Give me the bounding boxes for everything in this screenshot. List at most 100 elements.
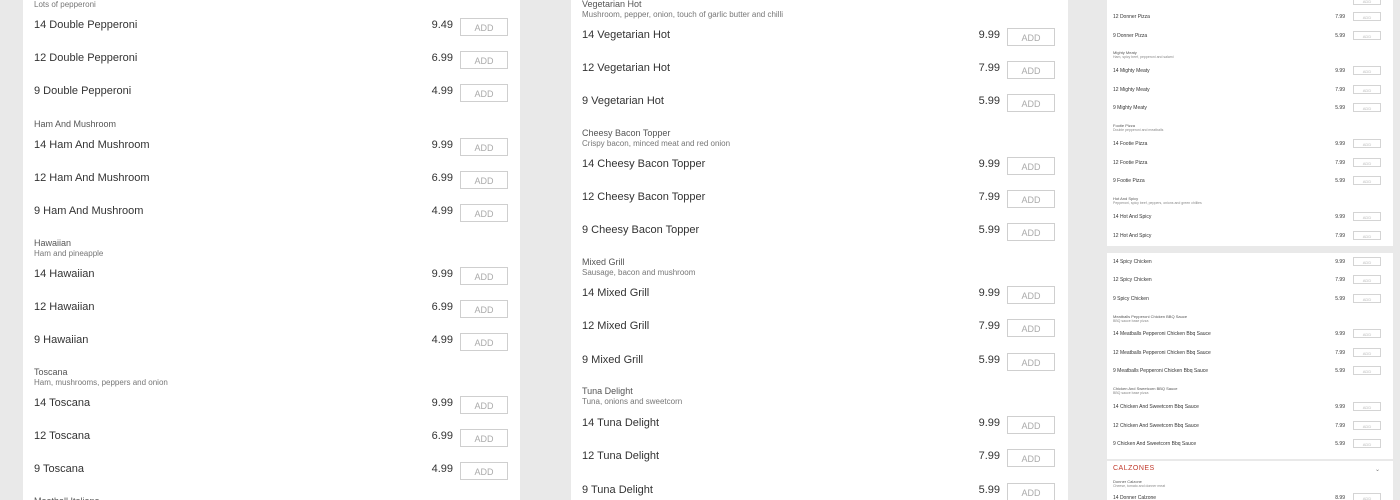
menu-item-name: 14 Vegetarian Hot <box>582 29 671 41</box>
add-button[interactable]: ADD <box>1353 366 1381 375</box>
menu-item-name: 9 Donner Pizza <box>1113 33 1148 39</box>
group-description: Sausage, bacon and mushroom <box>582 268 696 277</box>
menu-item-price: 9.99 <box>1335 214 1345 220</box>
add-button[interactable]: ADD <box>1007 449 1055 467</box>
menu-item-name: 9 Footie Pizza <box>1113 178 1145 184</box>
add-button[interactable]: ADD <box>460 18 508 36</box>
add-button[interactable]: ADD <box>1007 94 1055 112</box>
menu-card-upper: ADD 12 Donner Pizza 7.99 ADD 9 Donner Pizza 5… <box>1107 0 1393 246</box>
add-button[interactable]: ADD <box>460 138 508 156</box>
menu-item-price: 9.99 <box>431 397 453 409</box>
menu-item-price: 4.99 <box>431 205 453 217</box>
add-button[interactable]: ADD <box>1353 176 1381 185</box>
add-button[interactable]: ADD <box>1353 103 1381 112</box>
menu-item-name: 12 Meatballs Pepperoni Chicken Bbq Sauce <box>1113 350 1211 356</box>
group-description: Ham and pineapple <box>34 249 104 258</box>
menu-item-price: 5.99 <box>1335 33 1345 39</box>
add-button[interactable]: ADD <box>1353 139 1381 148</box>
menu-item-name: 14 Hawaiian <box>34 268 95 280</box>
add-button[interactable]: ADD <box>460 51 508 69</box>
add-button[interactable]: ADD <box>460 267 508 285</box>
menu-column-middle: Vegetarian Hot Mushroom, pepper, onion, t… <box>571 0 1068 500</box>
add-button[interactable]: ADD <box>460 171 508 189</box>
add-button[interactable]: ADD <box>460 84 508 102</box>
add-button[interactable]: ADD <box>1007 319 1055 337</box>
menu-item-name: 9 Chicken And Sweetcorn Bbq Sauce <box>1113 441 1197 447</box>
chevron-down-icon[interactable]: ⌄ <box>1375 466 1380 473</box>
group-description: Lots of pepperoni <box>34 0 96 9</box>
add-button[interactable]: ADD <box>1007 190 1055 208</box>
menu-item-price: 8.99 <box>1335 495 1345 500</box>
add-button[interactable]: ADD <box>1353 348 1381 357</box>
menu-item-price: 5.99 <box>1335 105 1345 111</box>
menu-item-price: 7.99 <box>1335 160 1345 166</box>
menu-item-price: 9.99 <box>1335 259 1345 265</box>
add-button[interactable]: ADD <box>1353 257 1381 266</box>
menu-item-name: 14 Double Pepperoni <box>34 19 138 31</box>
add-button[interactable]: ADD <box>1353 294 1381 303</box>
menu-column-right: ADD 12 Donner Pizza 7.99 ADD 9 Donner Pizza 5… <box>1107 0 1393 500</box>
menu-item-name: 12 Donner Pizza <box>1113 14 1150 20</box>
menu-item-name: 12 Spicy Chicken <box>1113 277 1152 283</box>
menu-item-name: 12 Toscana <box>34 430 91 442</box>
menu-item-name: 12 Footie Pizza <box>1113 160 1148 166</box>
add-button[interactable]: ADD <box>1353 12 1381 21</box>
menu-item-name: 12 Chicken And Sweetcorn Bbq Sauce <box>1113 423 1199 429</box>
add-button[interactable]: ADD <box>460 462 508 480</box>
add-button[interactable]: ADD <box>1353 0 1381 5</box>
menu-item-name: 14 Mighty Meaty <box>1113 68 1150 74</box>
menu-item-name: 14 Cheesy Bacon Topper <box>582 158 706 170</box>
menu-item-price: 7.99 <box>978 320 1000 332</box>
menu-item-name: 14 Meatballs Pepperoni Chicken Bbq Sauce <box>1113 331 1211 337</box>
add-button[interactable]: ADD <box>460 396 508 414</box>
menu-item-name: 14 Spicy Chicken <box>1113 259 1152 265</box>
menu-item-price: 9.99 <box>431 139 453 151</box>
menu-item-price: 9.49 <box>431 19 453 31</box>
add-button[interactable]: ADD <box>1007 157 1055 175</box>
menu-item-price: 7.99 <box>1335 277 1345 283</box>
group-title: Cheesy Bacon Topper <box>582 128 671 138</box>
add-button[interactable]: ADD <box>1353 212 1381 221</box>
add-button[interactable]: ADD <box>460 333 508 351</box>
menu-item-name: 14 Tuna Delight <box>582 417 660 429</box>
menu-item-name: 9 Mighty Meaty <box>1113 105 1147 111</box>
add-button[interactable]: ADD <box>1007 416 1055 434</box>
add-button[interactable]: ADD <box>1353 329 1381 338</box>
calzones-section-header[interactable]: CALZONES <box>1113 465 1155 472</box>
add-button[interactable]: ADD <box>1007 28 1055 46</box>
add-button[interactable]: ADD <box>1353 231 1381 240</box>
menu-item-name: 9 Meatballs Pepperoni Chicken Bbq Sauce <box>1113 368 1209 374</box>
menu-item-price: 6.99 <box>431 430 453 442</box>
menu-item-price: 5.99 <box>1335 178 1345 184</box>
add-button[interactable]: ADD <box>1353 493 1381 500</box>
add-button[interactable]: ADD <box>1007 353 1055 371</box>
add-button[interactable]: ADD <box>1353 158 1381 167</box>
menu-item-name: 12 Vegetarian Hot <box>582 62 671 74</box>
group-description: Pepperoni, spicy beef, peppers, onions a… <box>1113 201 1202 205</box>
add-button[interactable]: ADD <box>460 429 508 447</box>
menu-item-price: 9.99 <box>978 287 1000 299</box>
add-button[interactable]: ADD <box>1353 439 1381 448</box>
menu-item-name: 12 Mixed Grill <box>582 320 650 332</box>
add-button[interactable]: ADD <box>1353 31 1381 40</box>
group-description: Cheese, tomato and donner meat <box>1113 484 1166 488</box>
add-button[interactable]: ADD <box>1353 402 1381 411</box>
menu-item-price: 4.99 <box>431 334 453 346</box>
menu-item-name: 14 Chicken And Sweetcorn Bbq Sauce <box>1113 404 1199 410</box>
menu-item-name: 14 Ham And Mushroom <box>34 139 150 151</box>
menu-item-name: 9 Hawaiian <box>34 334 89 346</box>
add-button[interactable]: ADD <box>460 204 508 222</box>
menu-item-price: 9.99 <box>1335 141 1345 147</box>
add-button[interactable]: ADD <box>1353 66 1381 75</box>
add-button[interactable]: ADD <box>460 300 508 318</box>
add-button[interactable]: ADD <box>1353 421 1381 430</box>
add-button[interactable]: ADD <box>1007 61 1055 79</box>
add-button[interactable]: ADD <box>1353 275 1381 284</box>
add-button[interactable]: ADD <box>1007 223 1055 241</box>
menu-item-price: 7.99 <box>978 62 1000 74</box>
group-description: Ham, spicy beef, pepperoni and salami <box>1113 55 1174 59</box>
add-button[interactable]: ADD <box>1007 286 1055 304</box>
menu-item-name: 9 Double Pepperoni <box>34 85 132 97</box>
add-button[interactable]: ADD <box>1007 483 1055 500</box>
add-button[interactable]: ADD <box>1353 85 1381 94</box>
